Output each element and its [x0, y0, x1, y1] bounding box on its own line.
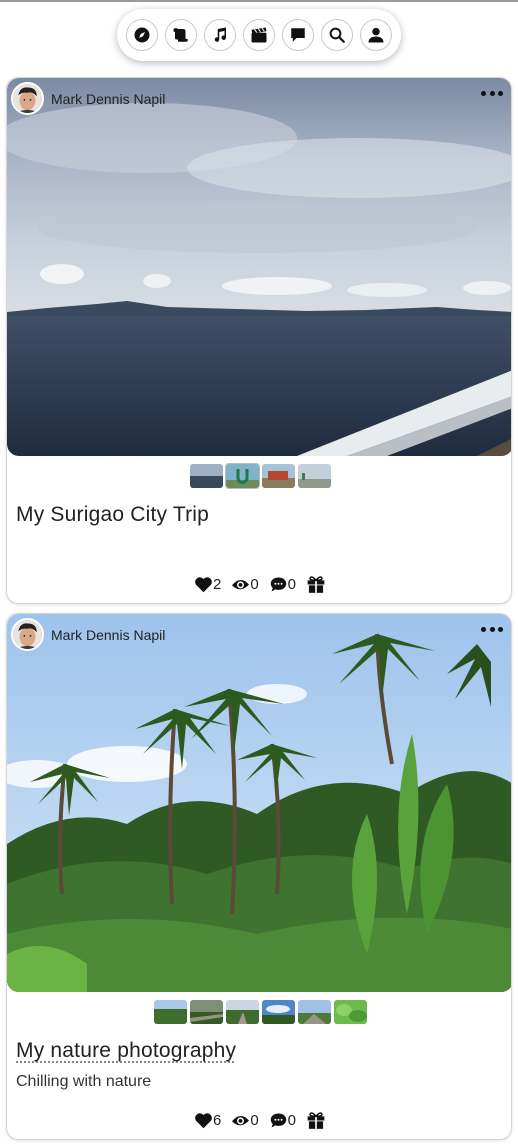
view-count: 0 — [250, 576, 259, 593]
author-avatar-image — [13, 620, 42, 649]
comment-button[interactable]: 0 — [269, 1112, 296, 1129]
compass-icon — [134, 27, 150, 43]
like-button[interactable]: 6 — [194, 1112, 221, 1129]
post-card[interactable]: Mark Dennis Napil My nature photography … — [6, 613, 512, 1140]
dot-icon — [489, 90, 495, 96]
heart-icon — [195, 577, 212, 593]
dot-icon — [489, 626, 495, 632]
dot-icon — [498, 90, 503, 96]
heart-icon — [195, 1113, 212, 1129]
post-stats: 6 0 0 — [7, 1111, 511, 1130]
user-icon — [368, 27, 384, 43]
music-note-icon — [214, 27, 227, 42]
thumbnail[interactable] — [224, 463, 260, 489]
comment-icon — [270, 577, 286, 592]
scroll-icon — [173, 28, 188, 42]
post-stats: 2 0 0 — [7, 575, 511, 594]
nav-videos-button[interactable] — [243, 19, 275, 51]
thumbnail[interactable] — [297, 464, 331, 488]
top-nav-bar — [117, 9, 401, 61]
post-title[interactable]: My Surigao City Trip — [16, 503, 209, 527]
more-options-button[interactable] — [481, 88, 503, 98]
avatar[interactable] — [11, 618, 44, 651]
dot-icon — [481, 90, 486, 96]
like-count: 6 — [212, 1112, 222, 1129]
thumbnail[interactable] — [333, 1000, 367, 1024]
search-icon — [329, 27, 345, 43]
clapperboard-icon — [251, 27, 267, 43]
post-author[interactable]: Mark Dennis Napil — [11, 82, 165, 115]
comment-icon — [270, 1113, 286, 1128]
seascape-photo — [7, 78, 511, 456]
author-name[interactable]: Mark Dennis Napil — [51, 627, 165, 643]
like-count: 2 — [212, 576, 222, 593]
nav-messages-button[interactable] — [282, 19, 314, 51]
post-title[interactable]: My nature photography — [16, 1039, 236, 1063]
jungle-photo — [7, 614, 511, 992]
author-avatar-image — [13, 84, 42, 113]
views-indicator[interactable]: 0 — [231, 576, 259, 593]
comment-button[interactable]: 0 — [269, 576, 296, 593]
dot-icon — [498, 626, 503, 632]
gift-button[interactable] — [306, 575, 326, 594]
nav-music-button[interactable] — [204, 19, 236, 51]
thumbnail[interactable] — [189, 1000, 223, 1024]
post-main-photo[interactable] — [7, 78, 511, 456]
post-author[interactable]: Mark Dennis Napil — [11, 618, 165, 651]
view-count: 0 — [250, 1112, 259, 1129]
author-name[interactable]: Mark Dennis Napil — [51, 91, 165, 107]
thumbnail[interactable] — [261, 464, 295, 488]
thumbnail-strip — [7, 463, 511, 489]
comment-count: 0 — [287, 1112, 297, 1129]
nav-search-button[interactable] — [321, 19, 353, 51]
gift-icon — [307, 1112, 325, 1129]
dot-icon — [481, 626, 486, 632]
nav-profile-button[interactable] — [360, 19, 392, 51]
more-options-button[interactable] — [481, 624, 503, 634]
post-subtitle: Chilling with nature — [16, 1073, 152, 1090]
top-divider — [0, 0, 518, 2]
gift-button[interactable] — [306, 1111, 326, 1130]
eye-icon — [232, 580, 250, 590]
nav-explore-button[interactable] — [126, 19, 158, 51]
nav-stories-button[interactable] — [165, 19, 197, 51]
like-button[interactable]: 2 — [194, 576, 221, 593]
thumbnail[interactable] — [225, 1000, 259, 1024]
post-card[interactable]: Mark Dennis Napil My Surigao City Trip 2… — [6, 77, 512, 604]
avatar[interactable] — [11, 82, 44, 115]
thumbnail-strip — [7, 1000, 511, 1024]
eye-icon — [232, 1116, 250, 1126]
chat-bubble-icon — [291, 28, 305, 42]
thumbnail[interactable] — [189, 464, 223, 488]
thumbnail[interactable] — [297, 1000, 331, 1024]
views-indicator[interactable]: 0 — [231, 1112, 259, 1129]
comment-count: 0 — [287, 576, 297, 593]
thumbnail[interactable] — [261, 1000, 295, 1024]
post-main-photo[interactable] — [7, 614, 511, 992]
gift-icon — [307, 576, 325, 593]
thumbnail[interactable] — [153, 1000, 187, 1024]
